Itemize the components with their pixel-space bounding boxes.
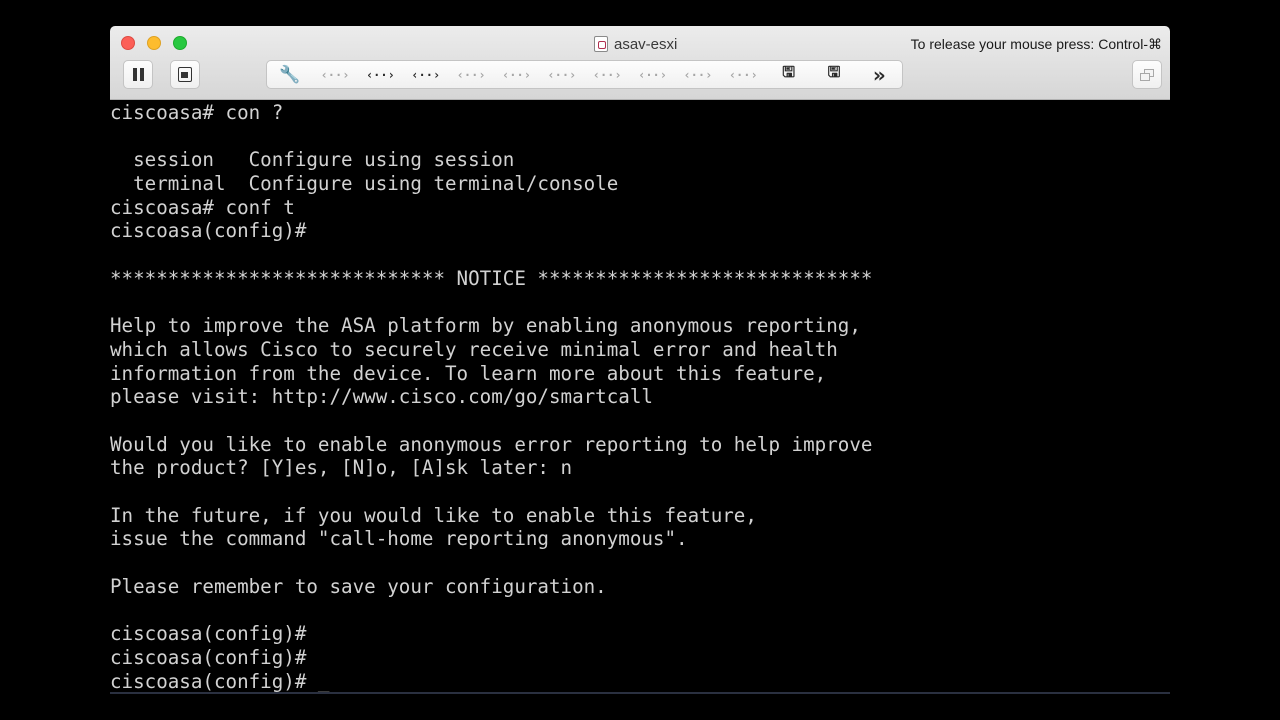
vm-document-icon bbox=[594, 36, 608, 52]
network-adapter-9-icon[interactable]: ‹··› bbox=[675, 61, 720, 88]
title-bar[interactable]: asav-esxi To release your mouse press: C… bbox=[110, 26, 1170, 100]
network-adapter-7-icon[interactable]: ‹··› bbox=[585, 61, 630, 88]
pause-button[interactable] bbox=[123, 60, 153, 89]
network-adapter-6-icon[interactable]: ‹··› bbox=[539, 61, 584, 88]
network-adapter-1-icon[interactable]: ‹··› bbox=[312, 61, 357, 88]
vm-console[interactable]: ciscoasa# con ? session Configure using … bbox=[110, 100, 1170, 694]
restore-window-icon bbox=[1140, 68, 1154, 81]
console-line: Please remember to save your configurati… bbox=[110, 574, 607, 598]
network-adapter-4-icon[interactable]: ‹··› bbox=[448, 61, 493, 88]
more-chevron-icon[interactable]: » bbox=[857, 61, 902, 88]
network-adapter-3-icon[interactable]: ‹··› bbox=[403, 61, 448, 88]
network-adapter-5-icon[interactable]: ‹··› bbox=[494, 61, 539, 88]
console-line: ciscoasa(config)# _ bbox=[110, 669, 330, 693]
console-line: issue the command "call-home reporting a… bbox=[110, 527, 688, 551]
console-bottom-edge bbox=[110, 692, 1170, 694]
console-line: ciscoasa# con ? bbox=[110, 101, 284, 124]
console-line: ***************************** NOTICE ***… bbox=[110, 266, 873, 290]
fullscreen-window-button[interactable] bbox=[173, 36, 187, 50]
console-line: ciscoasa(config)# bbox=[110, 645, 307, 669]
window-title: asav-esxi bbox=[594, 35, 677, 53]
console-line: session Configure using session bbox=[110, 148, 515, 172]
disk-1-icon[interactable]: 🖫 bbox=[766, 61, 811, 88]
window-title-text: asav-esxi bbox=[614, 35, 678, 53]
console-line: ciscoasa(config)# bbox=[110, 622, 307, 646]
console-line: terminal Configure using terminal/consol… bbox=[110, 172, 619, 196]
console-line: the product? [Y]es, [N]o, [A]sk later: n bbox=[110, 456, 573, 480]
snapshot-button[interactable] bbox=[170, 60, 200, 89]
disk-2-icon[interactable]: 🖫 bbox=[811, 61, 856, 88]
settings-wrench-icon[interactable]: 🔧 bbox=[267, 61, 312, 88]
release-mouse-hint: To release your mouse press: Control-⌘ bbox=[910, 36, 1162, 52]
device-toolbar: 🔧 ‹··› ‹··› ‹··› ‹··› ‹··› ‹··› ‹··› ‹··› ‹··› ‹··… bbox=[266, 60, 903, 89]
console-line: ciscoasa# conf t bbox=[110, 195, 295, 219]
console-line: which allows Cisco to securely receive m… bbox=[110, 337, 838, 361]
network-adapter-2-icon[interactable]: ‹··› bbox=[358, 61, 403, 88]
pause-icon bbox=[132, 68, 144, 81]
console-line: Would you like to enable anonymous error… bbox=[110, 432, 873, 456]
console-line: information from the device. To learn mo… bbox=[110, 361, 827, 385]
snapshot-icon bbox=[178, 67, 192, 82]
close-window-button[interactable] bbox=[121, 36, 135, 50]
console-line: ciscoasa(config)# bbox=[110, 219, 307, 243]
vm-window: asav-esxi To release your mouse press: C… bbox=[110, 26, 1170, 694]
console-line: please visit: http://www.cisco.com/go/sm… bbox=[110, 385, 653, 409]
console-line: In the future, if you would like to enab… bbox=[110, 503, 757, 527]
restore-window-button[interactable] bbox=[1132, 60, 1162, 89]
network-adapter-10-icon[interactable]: ‹··› bbox=[721, 61, 766, 88]
minimize-window-button[interactable] bbox=[147, 36, 161, 50]
network-adapter-8-icon[interactable]: ‹··› bbox=[630, 61, 675, 88]
console-line: Help to improve the ASA platform by enab… bbox=[110, 314, 861, 338]
